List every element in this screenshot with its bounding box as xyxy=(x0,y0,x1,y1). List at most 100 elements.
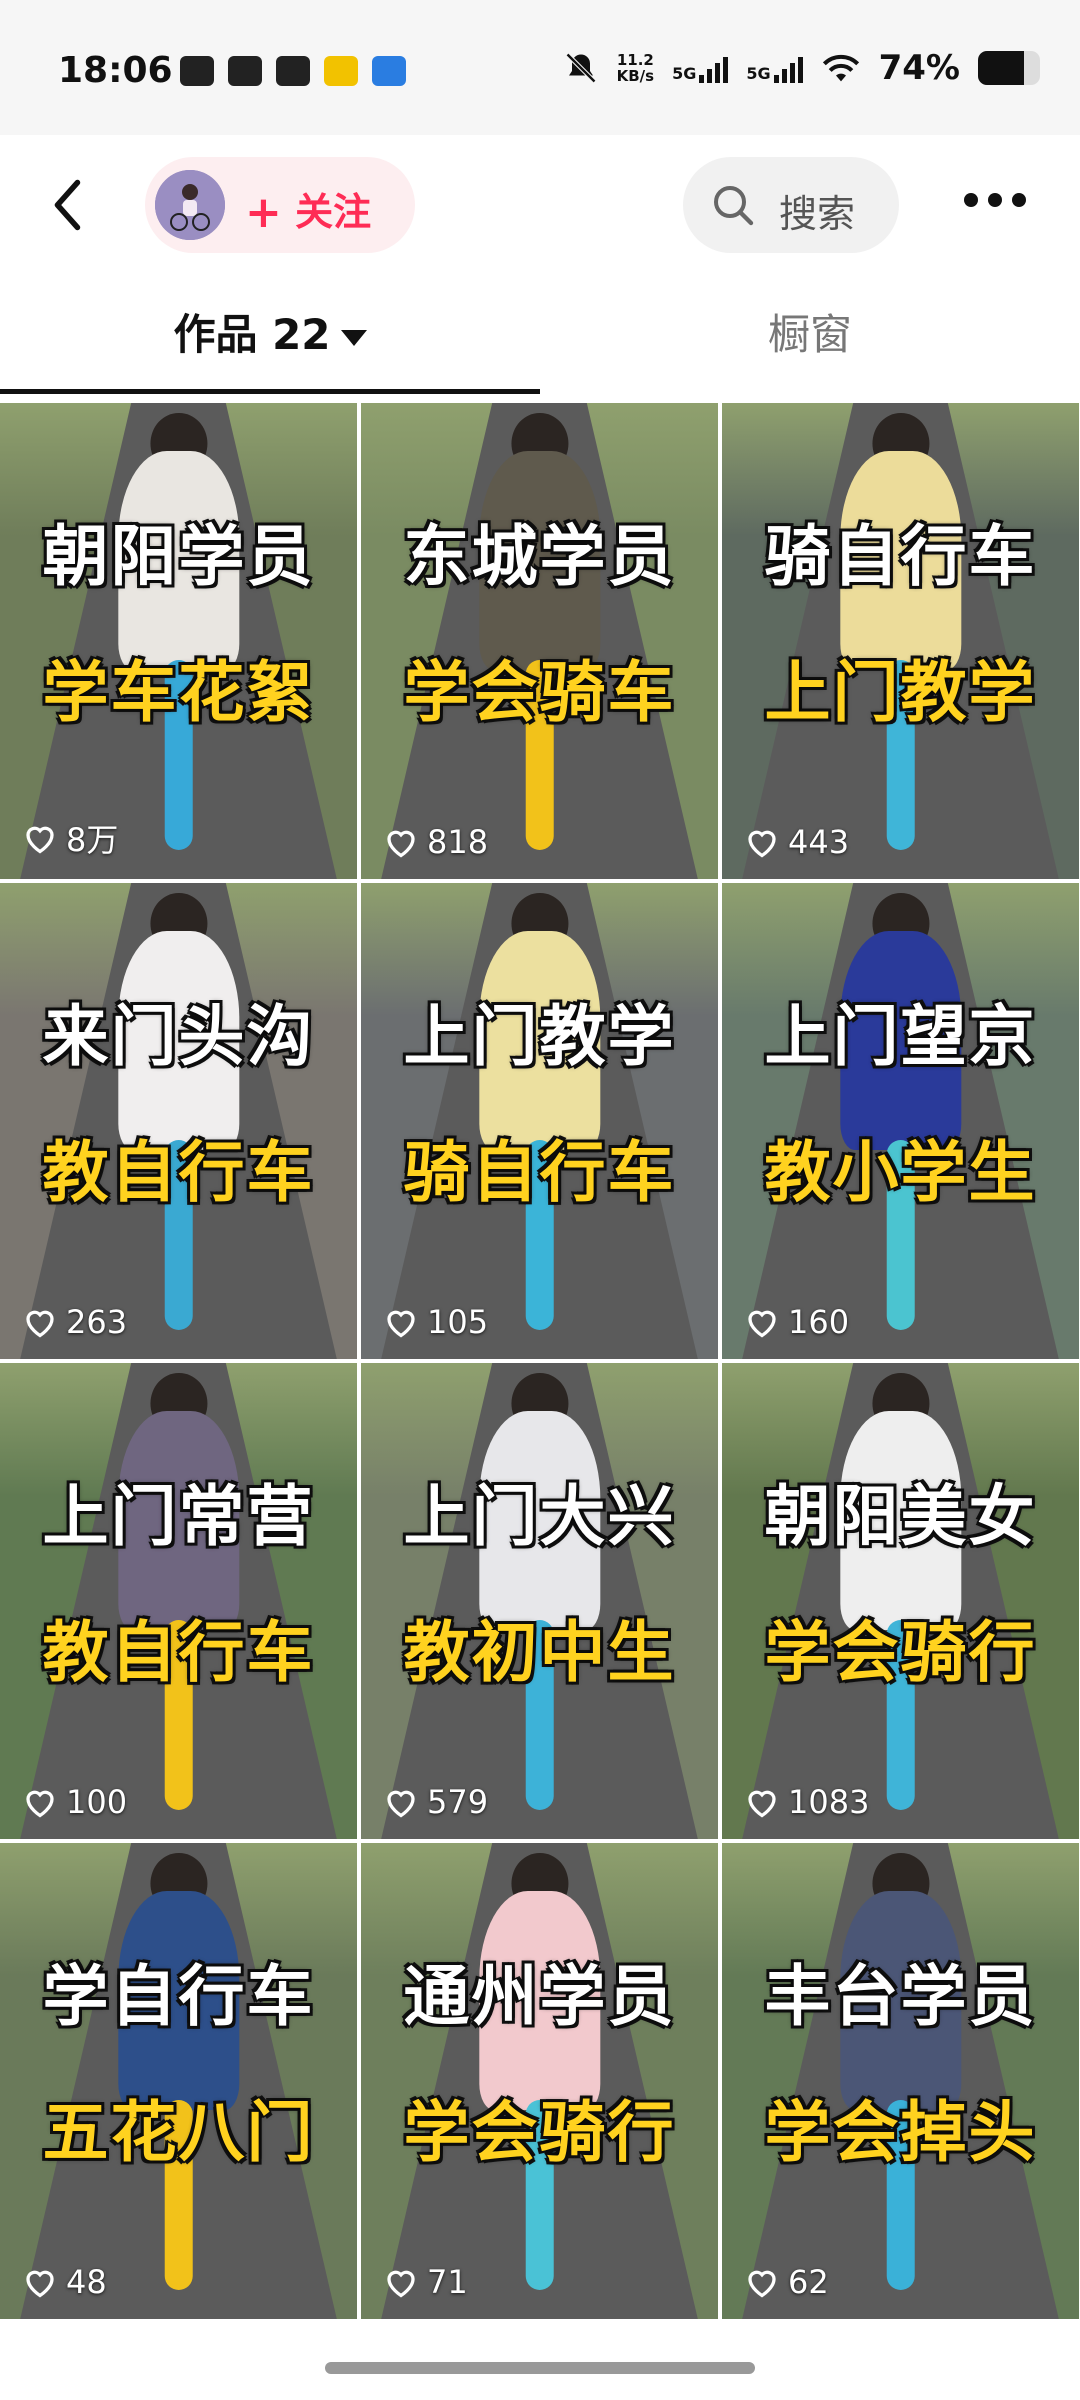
tile-likes: 48 xyxy=(22,2263,107,2301)
more-options-icon[interactable] xyxy=(960,185,1030,215)
tile-caption-line2: 教初中生 xyxy=(402,1613,676,1693)
heart-icon xyxy=(26,826,54,854)
tile-like-count: 105 xyxy=(427,1303,489,1341)
tile-likes: 1083 xyxy=(744,1783,869,1821)
tab-works[interactable]: 作品 22 xyxy=(0,275,540,395)
tile-likes: 105 xyxy=(383,1303,488,1341)
tile-likes: 443 xyxy=(744,823,849,861)
app-notification-icon xyxy=(324,56,358,86)
follow-label: + 关注 xyxy=(245,187,372,238)
mute-bell-icon xyxy=(565,52,596,84)
back-arrow-icon[interactable] xyxy=(40,175,100,235)
wechat-icon xyxy=(180,56,214,86)
video-tile[interactable]: 上门常营 教自行车 100 xyxy=(0,1363,357,1839)
signal-5g-1: 5G xyxy=(672,53,729,83)
video-tile[interactable]: 学自行车 五花八门 48 xyxy=(0,1843,357,2319)
profile-tabs: 作品 22 橱窗 xyxy=(0,275,1080,395)
tile-likes: 8万 xyxy=(22,815,118,861)
tile-caption-line2: 上门教学 xyxy=(763,653,1037,733)
tile-caption-line2: 教自行车 xyxy=(41,1613,315,1693)
tile-like-count: 48 xyxy=(66,2263,107,2301)
tile-caption-line2: 教自行车 xyxy=(41,1133,315,1213)
tile-like-count: 818 xyxy=(427,823,489,861)
tile-caption-line1: 东城学员 xyxy=(402,517,676,597)
heart-icon xyxy=(748,1790,776,1818)
tile-caption-line2: 教小学生 xyxy=(763,1133,1037,1213)
tile-like-count: 1083 xyxy=(788,1783,870,1821)
tile-like-count: 62 xyxy=(788,2263,829,2301)
battery-percent: 74% xyxy=(878,48,960,88)
heart-icon xyxy=(26,1310,54,1338)
video-tile[interactable]: 东城学员 学会骑车 818 xyxy=(361,403,718,879)
search-button[interactable]: 搜索 xyxy=(683,157,899,253)
tile-likes: 160 xyxy=(744,1303,849,1341)
video-tile[interactable]: 朝阳学员 学车花絮 8万 xyxy=(0,403,357,879)
tile-like-count: 71 xyxy=(427,2263,468,2301)
video-tile[interactable]: 朝阳美女 学会骑行 1083 xyxy=(722,1363,1079,1839)
caret-down-icon xyxy=(340,329,367,346)
signal-5g-2: 5G xyxy=(746,53,803,83)
tab-showcase[interactable]: 橱窗 xyxy=(540,275,1080,395)
video-tile[interactable]: 通州学员 学会骑行 71 xyxy=(361,1843,718,2319)
status-bar: 18:06 11.2 KB/s 5G 5G 74% xyxy=(0,0,1080,135)
video-tile[interactable]: 来门头沟 教自行车 263 xyxy=(0,883,357,1359)
tile-caption-line2: 学会骑车 xyxy=(402,653,676,733)
video-tile[interactable]: 上门望京 教小学生 160 xyxy=(722,883,1079,1359)
tile-caption-line2: 学会骑行 xyxy=(763,1613,1037,1693)
battery-icon xyxy=(978,51,1040,85)
tile-likes: 71 xyxy=(383,2263,468,2301)
tile-like-count: 579 xyxy=(427,1783,489,1821)
video-tile[interactable]: 上门大兴 教初中生 579 xyxy=(361,1363,718,1839)
alipay-icon xyxy=(276,56,310,86)
tile-caption-line2: 学车花絮 xyxy=(41,653,315,733)
tile-caption-line1: 上门常营 xyxy=(41,1477,315,1557)
heart-icon xyxy=(748,1310,776,1338)
tile-caption-line1: 上门教学 xyxy=(402,997,676,1077)
video-tile[interactable]: 骑自行车 上门教学 443 xyxy=(722,403,1079,879)
system-icons: 11.2 KB/s 5G 5G 74% xyxy=(563,48,1040,88)
follow-button[interactable]: + 关注 xyxy=(145,157,415,253)
tile-caption-line1: 朝阳学员 xyxy=(41,517,315,597)
tile-likes: 100 xyxy=(22,1783,127,1821)
tile-likes: 263 xyxy=(22,1303,127,1341)
tile-caption-line1: 通州学员 xyxy=(402,1957,676,2037)
wifi-icon xyxy=(822,54,859,82)
tile-caption-line1: 学自行车 xyxy=(41,1957,315,2037)
video-tile[interactable]: 上门教学 骑自行车 105 xyxy=(361,883,718,1359)
search-label: 搜索 xyxy=(779,192,856,236)
video-tile[interactable]: 丰台学员 学会掉头 62 xyxy=(722,1843,1079,2319)
tile-caption-line1: 丰台学员 xyxy=(763,1957,1037,2037)
tile-like-count: 100 xyxy=(66,1783,128,1821)
tile-caption-line1: 朝阳美女 xyxy=(763,1477,1037,1557)
tile-caption-line1: 上门望京 xyxy=(763,997,1037,1077)
tile-caption-line1: 上门大兴 xyxy=(402,1477,676,1557)
tile-caption-line2: 学会掉头 xyxy=(763,2093,1037,2173)
net-speed: 11.2 KB/s xyxy=(616,51,655,85)
heart-icon xyxy=(387,1790,415,1818)
avatar-rider-image xyxy=(155,170,225,240)
avatar[interactable] xyxy=(155,170,225,240)
tile-caption-line1: 来门头沟 xyxy=(41,997,315,1077)
tile-caption-line2: 学会骑行 xyxy=(402,2093,676,2173)
notification-icons xyxy=(180,56,406,86)
heart-icon xyxy=(387,2270,415,2298)
m-app-icon xyxy=(372,56,406,86)
heart-icon xyxy=(748,830,776,858)
tile-like-count: 443 xyxy=(788,823,850,861)
video-grid: 朝阳学员 学车花絮 8万 东城学员 学会骑车 818 骑自行车 上门教学 443… xyxy=(0,403,1080,2319)
tile-like-count: 160 xyxy=(788,1303,850,1341)
status-time: 18:06 xyxy=(58,50,173,91)
tile-likes: 62 xyxy=(744,2263,829,2301)
heart-icon xyxy=(26,1790,54,1818)
home-indicator[interactable] xyxy=(325,2362,755,2374)
tile-like-count: 8万 xyxy=(66,821,119,859)
heart-icon xyxy=(387,1310,415,1338)
tile-caption-line1: 骑自行车 xyxy=(763,517,1037,597)
tab-indicator xyxy=(0,389,540,394)
tile-caption-line2: 五花八门 xyxy=(41,2093,315,2173)
search-icon xyxy=(714,186,754,226)
heart-icon xyxy=(748,2270,776,2298)
mail-icon xyxy=(228,56,262,86)
plus-icon: + xyxy=(245,187,282,238)
tile-likes: 818 xyxy=(383,823,488,861)
